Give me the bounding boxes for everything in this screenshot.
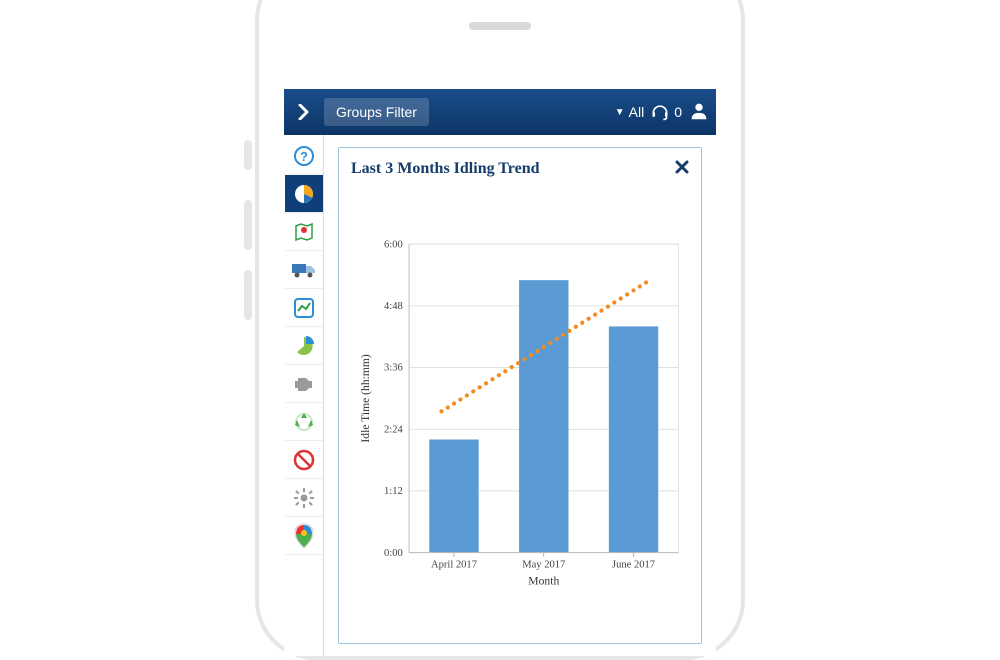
svg-text:?: ?: [300, 149, 308, 164]
svg-text:May 2017: May 2017: [522, 559, 565, 570]
sidebar-item-prohibit[interactable]: [285, 441, 323, 479]
sidebar-item-trend[interactable]: [285, 289, 323, 327]
pie-chart-icon: [292, 182, 316, 206]
idling-trend-chart: 0:00 1:12 2:24 3:36 4:48 6:00 April 2017 May 20…: [351, 185, 689, 635]
sidebar-item-recycle[interactable]: [285, 403, 323, 441]
user-icon: [688, 100, 710, 122]
recycle-icon: [292, 410, 316, 434]
gear-icon: [292, 486, 316, 510]
prohibit-icon: [292, 448, 316, 472]
sidebar-item-engine[interactable]: [285, 365, 323, 403]
svg-text:3:36: 3:36: [384, 363, 403, 374]
sidebar-item-settings[interactable]: [285, 479, 323, 517]
chevron-right-icon: [296, 104, 312, 120]
help-icon: ?: [292, 144, 316, 168]
dropdown-caret-icon: ▼: [615, 107, 625, 118]
headset-icon: [650, 102, 670, 122]
pie-slice-icon: [292, 334, 316, 358]
sidebar-item-pin-colored[interactable]: [285, 517, 323, 555]
sidebar-item-help[interactable]: ?: [285, 137, 323, 175]
app-screen: Groups Filter ▼ All 0: [284, 89, 716, 656]
phone-volume-down-button: [244, 270, 252, 320]
scope-dropdown-value: All: [629, 104, 645, 120]
support-button[interactable]: 0: [650, 102, 682, 122]
close-icon: [675, 160, 689, 174]
chart-area: 0:00 1:12 2:24 3:36 4:48 6:00 April 2017 May 20…: [351, 185, 689, 635]
svg-text:0:00: 0:00: [384, 548, 403, 559]
phone-speaker: [469, 22, 531, 30]
app-header: Groups Filter ▼ All 0: [284, 89, 716, 135]
map-pin-icon: [292, 220, 316, 244]
main-content: Last 3 Months Idling Trend 0:00 1:12 2:24 3…: [324, 135, 716, 656]
phone-frame: Groups Filter ▼ All 0: [255, 0, 745, 660]
svg-text:2:24: 2:24: [384, 424, 403, 435]
svg-text:Idle Time (hh:mm): Idle Time (hh:mm): [359, 354, 372, 442]
phone-mute-button: [244, 140, 252, 170]
svg-text:April 2017: April 2017: [431, 559, 477, 570]
svg-text:6:00: 6:00: [384, 239, 403, 250]
phone-volume-up-button: [244, 200, 252, 250]
scope-dropdown[interactable]: ▼ All: [615, 104, 644, 120]
profile-button[interactable]: [688, 100, 710, 125]
groups-filter-button[interactable]: Groups Filter: [324, 98, 429, 126]
sidebar-item-pie-report[interactable]: [285, 327, 323, 365]
sidebar: ?: [284, 135, 324, 656]
svg-text:Month: Month: [528, 574, 559, 587]
truck-icon: [291, 260, 317, 280]
groups-filter-label: Groups Filter: [336, 104, 417, 120]
line-chart-icon: [292, 296, 316, 320]
notification-count: 0: [674, 104, 682, 120]
svg-text:June 2017: June 2017: [612, 559, 655, 570]
menu-toggle-button[interactable]: [290, 98, 318, 126]
sidebar-item-map[interactable]: [285, 213, 323, 251]
sidebar-item-fleet[interactable]: [285, 251, 323, 289]
engine-icon: [291, 373, 317, 395]
sidebar-item-dashboard[interactable]: [285, 175, 323, 213]
app-body: ?: [284, 135, 716, 656]
svg-text:1:12: 1:12: [384, 486, 403, 497]
idling-trend-card: Last 3 Months Idling Trend 0:00 1:12 2:24 3…: [338, 147, 702, 644]
card-header: Last 3 Months Idling Trend: [351, 158, 689, 179]
card-close-button[interactable]: [675, 158, 689, 179]
card-title: Last 3 Months Idling Trend: [351, 160, 540, 178]
svg-text:4:48: 4:48: [384, 301, 403, 312]
location-colored-icon: [292, 522, 316, 550]
